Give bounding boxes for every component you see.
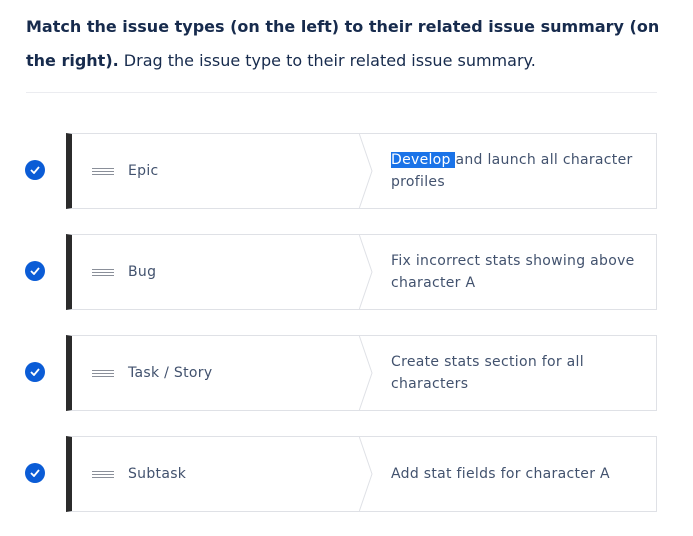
issue-type-draggable[interactable]: Task / Story — [128, 336, 212, 410]
check-circle-icon — [25, 362, 45, 382]
chevron-divider-icon — [359, 133, 373, 209]
chevron-divider-icon — [359, 436, 373, 512]
selected-text: Develop — [391, 152, 456, 168]
issue-summary: Create stats section for all characters — [391, 336, 641, 410]
question-instruction: Drag the issue type to their related iss… — [118, 51, 536, 70]
chevron-divider-icon — [359, 335, 373, 411]
issue-summary-text: Fix incorrect stats showing above charac… — [391, 253, 635, 291]
drag-handle-icon[interactable] — [92, 370, 114, 377]
issue-type-draggable[interactable]: Epic — [128, 134, 159, 208]
match-card: Bug Fix incorrect stats showing above ch… — [66, 234, 657, 310]
drag-handle-icon[interactable] — [92, 471, 114, 478]
issue-summary: Develop and launch all character profile… — [391, 134, 641, 208]
match-card: Subtask Add stat fields for character A — [66, 436, 657, 512]
issue-summary-text: Add stat fields for character A — [391, 466, 610, 482]
match-card: Task / Story Create stats section for al… — [66, 335, 657, 411]
match-row: Bug Fix incorrect stats showing above ch… — [0, 234, 693, 310]
divider — [26, 92, 657, 93]
match-card: Epic Develop and launch all character pr… — [66, 133, 657, 209]
check-circle-icon — [25, 160, 45, 180]
issue-summary: Fix incorrect stats showing above charac… — [391, 235, 641, 309]
issue-type-draggable[interactable]: Subtask — [128, 437, 186, 511]
issue-type-draggable[interactable]: Bug — [128, 235, 156, 309]
issue-summary: Add stat fields for character A — [391, 437, 641, 511]
match-row: Task / Story Create stats section for al… — [0, 335, 693, 411]
question-text: Match the issue types (on the left) to t… — [26, 10, 666, 78]
chevron-divider-icon — [359, 234, 373, 310]
check-circle-icon — [25, 463, 45, 483]
drag-handle-icon[interactable] — [92, 269, 114, 276]
match-row: Epic Develop and launch all character pr… — [0, 133, 693, 209]
drag-handle-icon[interactable] — [92, 168, 114, 175]
issue-summary-text: Create stats section for all characters — [391, 354, 584, 392]
match-row: Subtask Add stat fields for character A — [0, 436, 693, 512]
check-circle-icon — [25, 261, 45, 281]
